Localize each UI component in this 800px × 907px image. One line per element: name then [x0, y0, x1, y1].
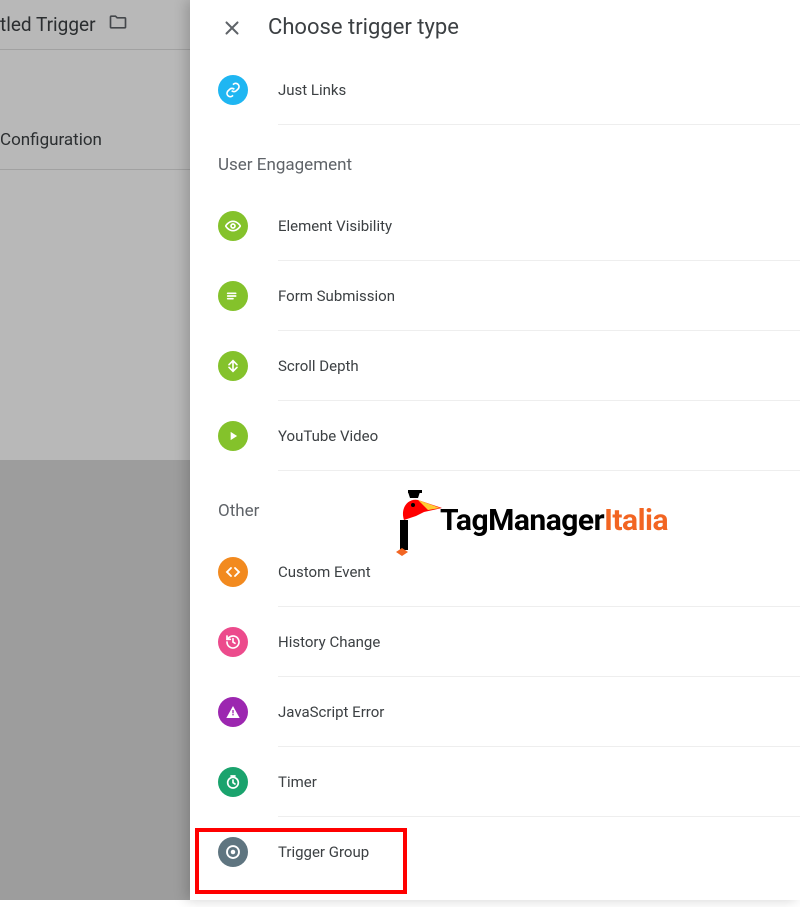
trigger-label: Scroll Depth	[278, 357, 359, 375]
clock-icon	[218, 767, 248, 797]
trigger-title-bar: tled Trigger	[0, 0, 190, 50]
trigger-type-just-links[interactable]: Just Links	[190, 55, 800, 125]
trigger-configuration-section: Configuration	[0, 110, 190, 170]
trigger-label: Trigger Group	[278, 843, 369, 861]
trigger-type-youtube-video[interactable]: YouTube Video	[190, 401, 800, 471]
close-button[interactable]	[218, 14, 246, 42]
trigger-type-element-visibility[interactable]: Element Visibility	[190, 191, 800, 261]
background-panel: tled Trigger Configuration	[0, 0, 190, 900]
warning-icon	[218, 697, 248, 727]
trigger-label: Just Links	[278, 81, 346, 99]
trigger-type-panel: Choose trigger type Just Links User Enga…	[190, 0, 800, 900]
form-icon	[218, 281, 248, 311]
panel-header: Choose trigger type	[190, 0, 800, 55]
background-lower-area	[0, 460, 190, 900]
group-icon	[218, 837, 248, 867]
trigger-type-timer[interactable]: Timer	[190, 747, 800, 817]
trigger-title: tled Trigger	[0, 13, 96, 36]
play-icon	[218, 421, 248, 451]
panel-title: Choose trigger type	[268, 15, 459, 40]
trigger-type-javascript-error[interactable]: JavaScript Error	[190, 677, 800, 747]
trigger-type-scroll-depth[interactable]: Scroll Depth	[190, 331, 800, 401]
folder-icon	[108, 12, 128, 37]
trigger-type-history-change[interactable]: History Change	[190, 607, 800, 677]
trigger-label: YouTube Video	[278, 427, 378, 445]
link-icon	[218, 75, 248, 105]
code-icon	[218, 557, 248, 587]
configuration-label: Configuration	[0, 130, 102, 150]
trigger-label: History Change	[278, 633, 380, 651]
trigger-type-trigger-group[interactable]: Trigger Group	[190, 817, 800, 887]
trigger-type-form-submission[interactable]: Form Submission	[190, 261, 800, 331]
trigger-label: Timer	[278, 773, 317, 791]
trigger-type-custom-event[interactable]: Custom Event	[190, 537, 800, 607]
trigger-label: Element Visibility	[278, 217, 392, 235]
trigger-label: Custom Event	[278, 563, 371, 581]
trigger-label: Form Submission	[278, 287, 395, 305]
close-icon	[221, 17, 243, 39]
section-user-engagement: User Engagement	[190, 125, 800, 191]
panel-body: Just Links User Engagement Element Visib…	[190, 55, 800, 907]
history-icon	[218, 627, 248, 657]
section-other: Other	[190, 471, 800, 537]
eye-icon	[218, 211, 248, 241]
trigger-label: JavaScript Error	[278, 703, 384, 721]
scroll-icon	[218, 351, 248, 381]
